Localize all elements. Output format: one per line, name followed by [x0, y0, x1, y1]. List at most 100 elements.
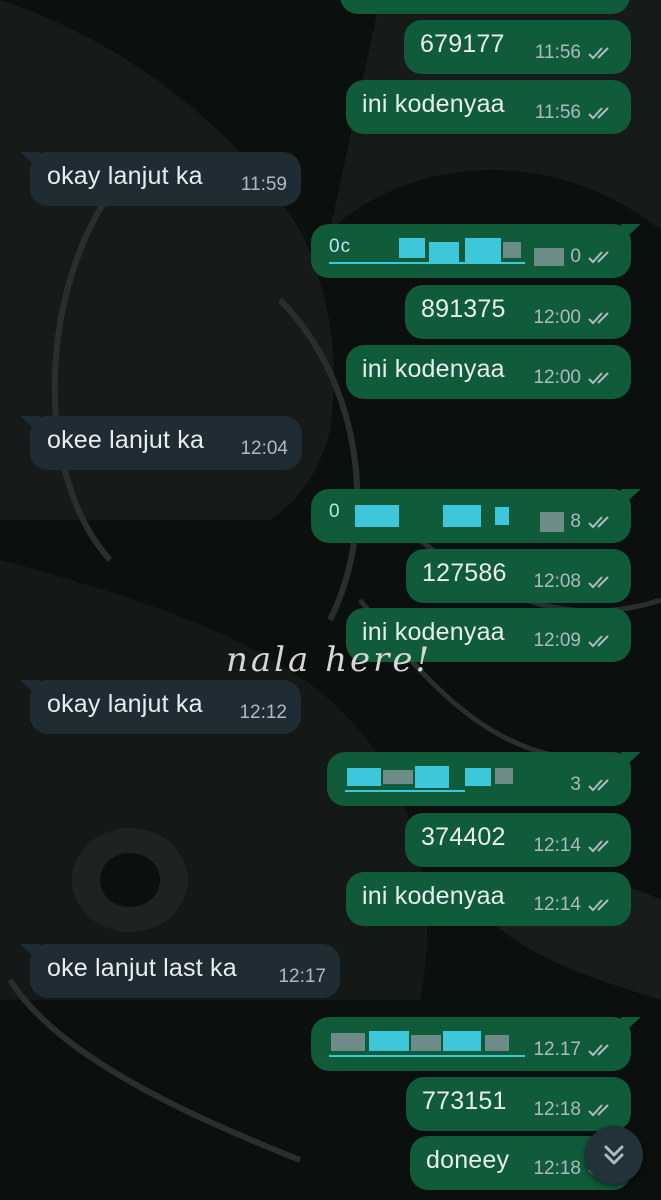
double-check-icon: [588, 1104, 609, 1117]
message-meta: 11:56: [535, 102, 617, 124]
message-meta: 0: [534, 246, 617, 268]
redacted-fragment: 0c: [329, 236, 352, 257]
outgoing-message[interactable]: 891375 12:00: [405, 285, 631, 339]
message-time: 11:59: [240, 174, 287, 195]
message-meta: 12:14: [533, 894, 617, 916]
redaction-block: [465, 768, 491, 786]
redaction-block: [347, 768, 381, 786]
bubble-tail: [621, 489, 641, 507]
redacted-link-underline: [329, 262, 525, 264]
message-text: 374402: [421, 823, 506, 851]
handwritten-watermark: nala here!: [226, 640, 433, 680]
message-meta: 12:12: [239, 702, 287, 724]
incoming-message[interactable]: okay lanjut ka 11:59: [20, 152, 301, 206]
bubble-tail: [20, 416, 40, 434]
redaction-block: [495, 768, 513, 784]
message-time: 12:00: [533, 367, 581, 388]
outgoing-message[interactable]: 773151 12:18: [406, 1077, 631, 1131]
redaction-block: [540, 512, 565, 532]
redaction-block: [383, 770, 413, 784]
message-meta: 12:09: [533, 630, 617, 652]
message-time: 11:56: [534, 102, 581, 123]
message-time: 12:18: [533, 1158, 581, 1179]
incoming-message[interactable]: okee lanjut ka 12:04: [20, 416, 302, 470]
outgoing-message[interactable]: 374402 12:14: [405, 813, 631, 867]
double-check-icon: [588, 840, 609, 853]
redaction-block: [495, 507, 509, 525]
outgoing-message[interactable]: 127586 12:08: [406, 549, 631, 603]
message-meta: 12:00: [533, 367, 617, 389]
message-meta: 3: [570, 774, 617, 796]
double-check-icon: [588, 312, 609, 325]
outgoing-message-redacted[interactable]: 0c 0: [311, 224, 641, 278]
message-time: 0: [570, 246, 581, 267]
incoming-message[interactable]: okay lanjut ka 12:12: [20, 680, 301, 734]
double-check-icon: [588, 47, 609, 60]
bubble-tail: [20, 680, 40, 698]
message-meta: 12.17: [533, 1039, 617, 1061]
bubble-tail: [621, 1017, 641, 1035]
outgoing-message-redacted[interactable]: 12.17: [311, 1017, 641, 1071]
message-meta: 11:59: [241, 174, 287, 196]
redaction-block: [503, 242, 521, 258]
message-text: 891375: [421, 295, 506, 323]
redaction-block: [443, 505, 481, 527]
redaction-block: [411, 1035, 441, 1051]
double-check-icon: [588, 1044, 609, 1057]
message-time: 12:18: [533, 1099, 581, 1120]
outgoing-message-redacted[interactable]: 3: [327, 752, 641, 806]
message-time: 12:14: [533, 894, 581, 915]
outgoing-message[interactable]: ini kodenyaa 12:14: [346, 872, 631, 926]
bubble-tail: [20, 944, 40, 962]
outgoing-message-redacted[interactable]: 0 8: [311, 489, 641, 543]
double-check-icon: [588, 251, 609, 264]
message-time: 11:56: [534, 42, 581, 63]
message-meta: 11:56: [535, 42, 617, 64]
message-time: 12:17: [278, 966, 326, 987]
redaction-block: [369, 1031, 409, 1051]
bubble-tail: [20, 152, 40, 170]
redacted-fragment: 0: [329, 501, 341, 522]
redacted-content: 0: [325, 497, 525, 531]
double-check-icon: [588, 779, 609, 792]
redaction-block: [399, 238, 425, 258]
outgoing-message[interactable]: 679177 11:56: [404, 20, 631, 74]
message-time: 12:12: [239, 702, 287, 723]
message-text: okay lanjut ka: [47, 162, 203, 190]
message-text: 679177: [420, 30, 505, 58]
message-text: doneey: [426, 1146, 510, 1174]
message-meta: 12:00: [533, 307, 617, 329]
redacted-link-underline: [345, 790, 465, 792]
message-text: okay lanjut ka: [47, 690, 203, 718]
message-time: 12:08: [533, 571, 581, 592]
double-check-icon: [588, 635, 609, 648]
redacted-content: [325, 1025, 525, 1059]
message-text: oke lanjut last ka: [47, 954, 237, 982]
redacted-content: [341, 760, 541, 794]
outgoing-message[interactable]: ini kodenyaa 11:56: [346, 80, 631, 134]
redacted-link-underline: [329, 1055, 525, 1057]
double-check-icon: [588, 372, 609, 385]
message-text: okee lanjut ka: [47, 426, 205, 454]
double-chevron-down-icon: [604, 1145, 624, 1165]
outgoing-message[interactable]: ini kodenyaa 12:00: [346, 345, 631, 399]
message-text: 773151: [422, 1087, 507, 1115]
message-time: 3: [570, 774, 581, 795]
redaction-block: [534, 248, 565, 266]
message-time: 8: [570, 511, 581, 532]
message-text: 127586: [422, 559, 507, 587]
redaction-block: [331, 1033, 365, 1051]
incoming-message[interactable]: oke lanjut last ka 12:17: [20, 944, 340, 998]
message-meta: 12:17: [278, 966, 326, 988]
redaction-block: [355, 505, 399, 527]
message-text: ini kodenyaa: [362, 90, 505, 118]
redaction-block: [429, 242, 459, 262]
scroll-to-bottom-button[interactable]: [585, 1126, 643, 1184]
message-meta: 12:04: [240, 438, 288, 460]
message-time: 12:09: [533, 630, 581, 651]
message-meta: 12:18: [533, 1099, 617, 1121]
message-text: ini kodenyaa: [362, 355, 505, 383]
redaction-block: [465, 238, 501, 262]
double-check-icon: [588, 516, 609, 529]
chat-conversation: 679177 11:56 ini kodenyaa 11:56 okay lan…: [0, 0, 661, 1200]
